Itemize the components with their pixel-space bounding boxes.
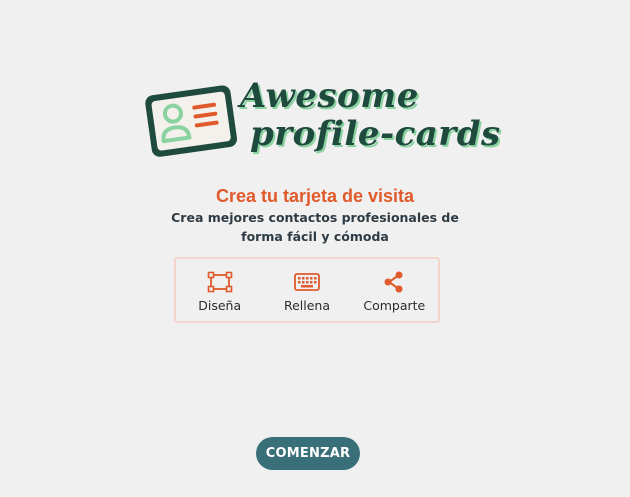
app-logo: Awesome profile-cards — [142, 72, 500, 168]
start-button[interactable]: COMENZAR — [256, 437, 360, 470]
page-subtitle: Crea mejores contactos profesionales de … — [171, 210, 459, 244]
step-fill: Rellena — [263, 259, 350, 321]
design-icon — [207, 271, 232, 293]
keyboard-icon — [294, 273, 320, 291]
step-share-label: Comparte — [363, 298, 426, 313]
logo-text-line-2: profile-cards — [250, 114, 501, 154]
page-title: Crea tu tarjeta de visita — [215, 186, 415, 206]
logo-text-line-1: Awesome — [240, 76, 419, 116]
step-design: Diseña — [176, 259, 263, 321]
id-card-icon — [145, 85, 238, 157]
steps-panel: Diseña Rellena Comparte — [174, 257, 440, 323]
step-fill-label: Rellena — [283, 298, 331, 313]
step-share: Comparte — [351, 259, 438, 321]
step-design-label: Diseña — [198, 298, 242, 313]
welcome-screen: Awesome profile-cards Crea tu tarjeta de… — [0, 0, 630, 497]
share-icon — [384, 271, 403, 293]
